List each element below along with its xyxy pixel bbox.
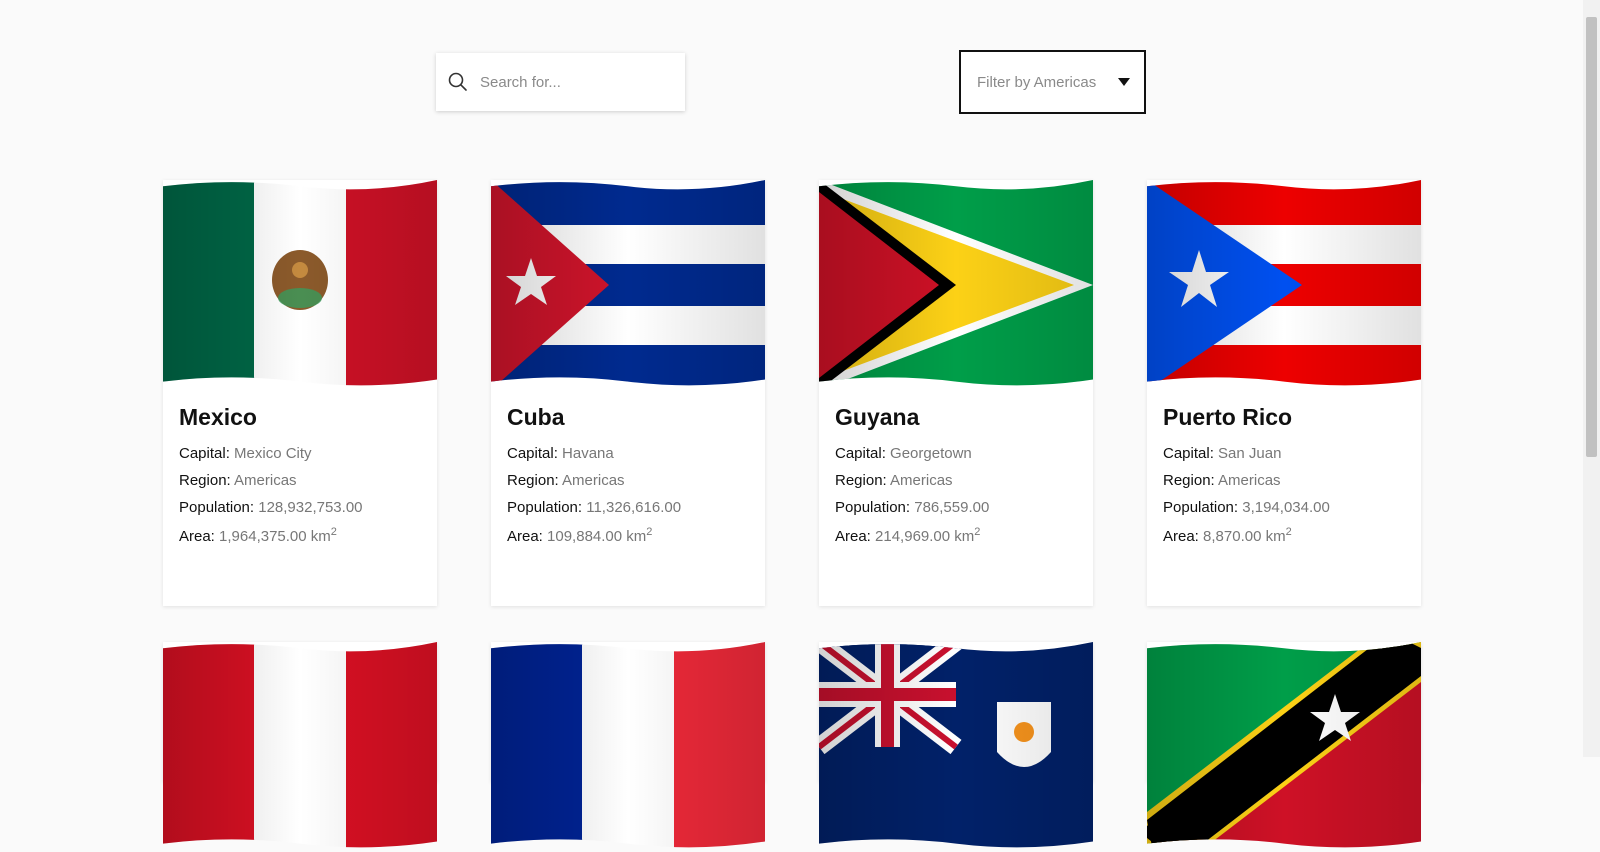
population-field: Population: 11,326,616.00 [507,499,682,516]
area-field: Area: 214,969.00 km2 [835,526,981,545]
country-card[interactable]: Guyana Capital: Georgetown Region: Ameri… [819,180,1093,606]
guyana-flag [819,180,1093,386]
vertical-scrollbar[interactable] [1583,0,1600,757]
search-icon [448,72,468,92]
population-field: Population: 786,559.00 [835,499,990,516]
population-field: Population: 128,932,753.00 [179,499,363,516]
region-field: Region: Americas [1163,472,1281,489]
country-name: Mexico [179,404,257,430]
search-box[interactable] [436,53,685,111]
caret-down-icon [1118,78,1130,86]
region-field: Region: Americas [507,472,625,489]
search-input[interactable] [478,72,672,92]
area-field: Area: 109,884.00 km2 [507,526,653,545]
region-filter-dropdown[interactable]: Filter by Americas [959,50,1146,114]
region-field: Region: Americas [179,472,297,489]
country-card[interactable]: Mexico Capital: Mexico City Region: Amer… [163,180,437,606]
country-card[interactable] [1147,642,1421,848]
anguilla-flag [819,642,1093,848]
mexico-flag [163,180,437,386]
country-name: Cuba [507,404,565,430]
france-flag [491,642,765,848]
capital-field: Capital: Mexico City [179,445,312,462]
country-card[interactable] [163,642,437,848]
population-field: Population: 3,194,034.00 [1163,499,1330,516]
puerto-rico-flag [1147,180,1421,386]
capital-field: Capital: San Juan [1163,445,1282,462]
country-name: Puerto Rico [1163,404,1293,430]
filter-label: Filter by Americas [977,73,1097,91]
country-card[interactable] [491,642,765,848]
country-name: Guyana [835,404,920,430]
saint-kitts-and-nevis-flag [1147,642,1421,848]
area-field: Area: 8,870.00 km2 [1163,526,1292,545]
cuba-flag [491,180,765,386]
area-field: Area: 1,964,375.00 km2 [179,526,337,545]
capital-field: Capital: Georgetown [835,445,972,462]
region-field: Region: Americas [835,472,953,489]
capital-field: Capital: Havana [507,445,614,462]
country-card[interactable] [819,642,1093,848]
peru-flag [163,642,437,848]
country-card[interactable]: Cuba Capital: Havana Region: Americas Po… [491,180,765,606]
country-card[interactable]: Puerto Rico Capital: San Juan Region: Am… [1147,180,1421,606]
scrollbar-thumb[interactable] [1586,17,1597,457]
